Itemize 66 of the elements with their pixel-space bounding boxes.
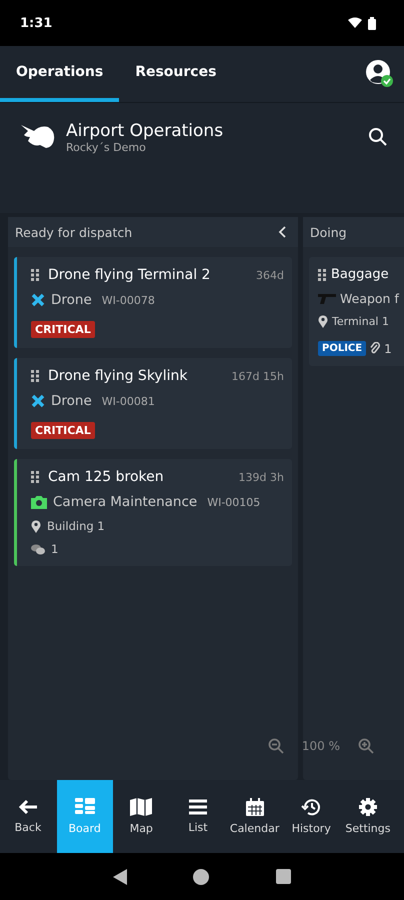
card-age: 139d 3h bbox=[238, 470, 284, 484]
comments-icon bbox=[31, 544, 45, 554]
wifi-icon bbox=[348, 17, 362, 29]
priority-tag: CRITICAL bbox=[31, 321, 95, 338]
location-pin-icon bbox=[318, 315, 328, 328]
priority-tag: POLICE bbox=[318, 341, 366, 356]
column-title: Doing bbox=[310, 224, 347, 240]
column-title: Ready for dispatch bbox=[15, 224, 132, 240]
nav-button[interactable]: Settings bbox=[340, 780, 396, 853]
back-triangle-icon[interactable] bbox=[113, 868, 128, 884]
card-title: Drone flying Terminal 2 bbox=[48, 267, 212, 283]
search-icon[interactable] bbox=[368, 127, 388, 147]
category-label: Drone bbox=[51, 393, 92, 409]
work-item-card[interactable]: Drone flying Terminal 2 364d Drone WI-00078 CRITICAL bbox=[14, 257, 292, 348]
work-item-id: WI-00081 bbox=[102, 394, 155, 408]
drag-handle-icon[interactable] bbox=[31, 269, 40, 281]
board-title: Airport Operations bbox=[66, 121, 224, 141]
board-icon bbox=[74, 798, 95, 816]
card-detail: 1 bbox=[51, 542, 58, 556]
card-detail: Building 1 bbox=[47, 519, 105, 533]
nav-button[interactable]: Map bbox=[113, 780, 170, 853]
category-label: Camera Maintenance bbox=[53, 494, 198, 510]
collapse-chevron-icon[interactable] bbox=[278, 226, 286, 238]
card-age: 364d bbox=[256, 268, 284, 282]
nav-button[interactable]: List bbox=[170, 780, 226, 853]
attachment-count: 1 bbox=[384, 342, 392, 356]
card-title: Drone flying Skylink bbox=[48, 368, 188, 384]
work-item-card[interactable]: Drone flying Skylink 167d 15h Drone WI-00081 CRITICAL bbox=[14, 358, 292, 449]
card-title: Baggage bbox=[331, 267, 390, 282]
work-item-card[interactable]: Baggage Weapon f Terminal 1 POLICE 1 bbox=[309, 257, 404, 366]
card-detail: Terminal 1 bbox=[332, 315, 389, 328]
pistol-icon bbox=[318, 292, 336, 304]
card-age: 167d 15h bbox=[232, 370, 284, 382]
settings-icon bbox=[358, 798, 377, 816]
work-item-id: WI-00078 bbox=[102, 294, 155, 306]
zoom-level: 100 % bbox=[302, 739, 340, 753]
calendar-icon bbox=[246, 798, 264, 816]
location-pin-icon bbox=[31, 520, 41, 532]
status-time: 1:31 bbox=[20, 16, 52, 30]
nav-button[interactable]: Back bbox=[0, 780, 56, 853]
card-title: Cam 125 broken bbox=[48, 469, 165, 485]
work-item-id: WI-00105 bbox=[207, 496, 260, 508]
home-circle-icon[interactable] bbox=[193, 868, 210, 884]
board-subtitle: Rocky´s Demo bbox=[66, 141, 147, 154]
list-icon bbox=[188, 799, 207, 815]
nav-button[interactable]: History bbox=[283, 780, 340, 853]
paperclip-icon bbox=[370, 342, 380, 355]
drag-handle-icon[interactable] bbox=[318, 268, 327, 280]
history-icon bbox=[301, 798, 322, 816]
back-arrow-icon bbox=[18, 799, 38, 815]
drag-handle-icon[interactable] bbox=[31, 471, 40, 483]
priority-tag: CRITICAL bbox=[31, 422, 95, 439]
work-item-card[interactable]: Cam 125 broken 139d 3h Camera Maintenance WI-00105 Building 1 1 bbox=[14, 459, 292, 566]
zoom-out-icon[interactable] bbox=[268, 738, 284, 754]
tab[interactable]: Resources bbox=[119, 46, 232, 102]
drag-handle-icon[interactable] bbox=[31, 370, 40, 382]
battery-icon bbox=[368, 16, 376, 30]
category-label: Drone bbox=[51, 292, 92, 308]
nav-button[interactable]: Calendar bbox=[226, 780, 283, 853]
category-label: Weapon f bbox=[340, 291, 399, 306]
zoom-in-icon[interactable] bbox=[358, 738, 374, 754]
tab[interactable]: Operations bbox=[0, 46, 120, 102]
camera-icon bbox=[31, 495, 47, 509]
map-icon bbox=[130, 798, 152, 816]
recents-square-icon[interactable] bbox=[276, 869, 291, 884]
user-avatar-icon[interactable] bbox=[366, 60, 394, 88]
